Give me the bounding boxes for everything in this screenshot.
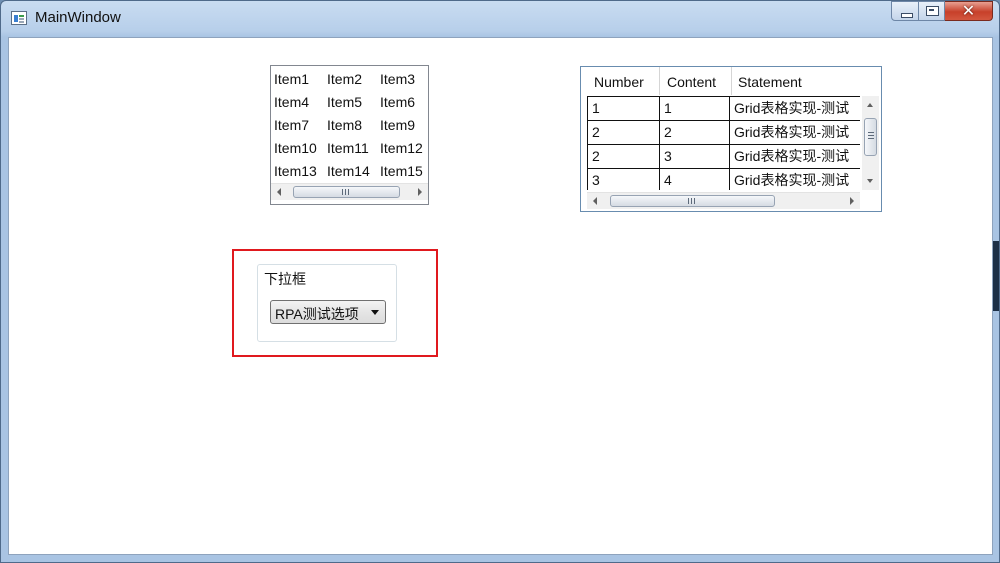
main-window: MainWindow ✕ Item1 Item2 Item3 Item4 Ite… [0, 0, 1000, 563]
table-cell[interactable]: 4 [659, 169, 729, 190]
list-item[interactable]: Item15 [380, 160, 428, 182]
list-item[interactable]: Item1 [274, 68, 327, 91]
table-cell[interactable]: 1 [659, 97, 729, 120]
list-item[interactable]: Item3 [380, 68, 428, 91]
maximize-button[interactable] [919, 1, 945, 21]
client-area: Item1 Item2 Item3 Item4 Item5 Item6 Item… [8, 37, 993, 555]
grip-icon [868, 132, 874, 141]
list-item[interactable]: Item10 [274, 137, 327, 160]
table-cell[interactable]: 2 [587, 121, 659, 144]
grid-horizontal-scrollbar[interactable] [587, 192, 860, 209]
table-cell[interactable]: 1 [587, 97, 659, 120]
list-item[interactable]: Item11 [327, 137, 380, 160]
scroll-left-icon[interactable] [593, 197, 597, 205]
scroll-up-icon[interactable] [867, 103, 873, 107]
scrollbar-thumb[interactable] [293, 186, 400, 198]
list-item[interactable]: Item6 [380, 91, 428, 114]
chevron-down-icon[interactable] [371, 310, 379, 315]
column-header-content[interactable]: Content [660, 67, 732, 95]
table-cell[interactable]: Grid表格实现-测试 [729, 169, 860, 190]
table-row[interactable]: 2 2 Grid表格实现-测试 [587, 121, 860, 145]
list-item[interactable]: Item8 [327, 114, 380, 137]
minimize-icon [901, 13, 913, 18]
window-title: MainWindow [35, 9, 121, 26]
table-cell[interactable]: 2 [659, 121, 729, 144]
list-item[interactable]: Item13 [274, 160, 327, 182]
minimize-button[interactable] [891, 1, 919, 21]
list-item[interactable]: Item12 [380, 137, 428, 160]
items-listbox[interactable]: Item1 Item2 Item3 Item4 Item5 Item6 Item… [270, 65, 429, 205]
table-row[interactable]: 3 4 Grid表格实现-测试 [587, 169, 860, 190]
table-cell[interactable]: 2 [587, 145, 659, 168]
column-header-statement[interactable]: Statement [732, 67, 860, 95]
table-cell[interactable]: 3 [659, 145, 729, 168]
table-row[interactable]: 1 1 Grid表格实现-测试 [587, 96, 860, 121]
app-icon[interactable] [11, 11, 27, 25]
scrollbar-thumb[interactable] [610, 195, 775, 207]
caption-buttons: ✕ [891, 1, 993, 25]
list-item[interactable]: Item2 [327, 68, 380, 91]
list-item[interactable]: Item7 [274, 114, 327, 137]
list-item[interactable]: Item4 [274, 91, 327, 114]
table-row[interactable]: 2 3 Grid表格实现-测试 [587, 145, 860, 169]
list-item[interactable]: Item5 [327, 91, 380, 114]
listbox-items: Item1 Item2 Item3 Item4 Item5 Item6 Item… [274, 68, 428, 182]
list-item[interactable]: Item14 [327, 160, 380, 182]
column-header-number[interactable]: Number [581, 67, 660, 95]
scroll-down-icon[interactable] [867, 179, 873, 183]
scroll-right-icon[interactable] [850, 197, 854, 205]
grip-icon [341, 189, 351, 195]
listbox-horizontal-scrollbar[interactable] [271, 183, 428, 200]
groupbox-header: 下拉框 [264, 271, 306, 287]
window-edge-shadow [993, 241, 999, 311]
data-grid[interactable]: Number Content Statement 1 1 Grid表格实现-测试… [580, 66, 882, 212]
close-button[interactable]: ✕ [945, 1, 993, 21]
table-cell[interactable]: Grid表格实现-测试 [729, 97, 860, 120]
table-cell[interactable]: 3 [587, 169, 659, 190]
scroll-right-icon[interactable] [418, 188, 422, 196]
combobox-selected-value: RPA测试选项 [275, 306, 359, 322]
table-cell[interactable]: Grid表格实现-测试 [729, 145, 860, 168]
scrollbar-thumb[interactable] [864, 118, 877, 156]
dropdown-combobox[interactable]: RPA测试选项 [270, 300, 386, 324]
scroll-left-icon[interactable] [277, 188, 281, 196]
dropdown-groupbox: 下拉框 RPA测试选项 [257, 264, 397, 342]
title-bar[interactable]: MainWindow ✕ [1, 1, 999, 37]
maximize-icon [926, 6, 939, 16]
grid-vertical-scrollbar[interactable] [862, 96, 879, 190]
grid-header: Number Content Statement [581, 67, 860, 95]
grip-icon [687, 198, 697, 204]
close-icon: ✕ [961, 1, 976, 20]
table-cell[interactable]: Grid表格实现-测试 [729, 121, 860, 144]
list-item[interactable]: Item9 [380, 114, 428, 137]
grid-body: 1 1 Grid表格实现-测试 2 2 Grid表格实现-测试 2 3 Grid… [587, 96, 860, 190]
